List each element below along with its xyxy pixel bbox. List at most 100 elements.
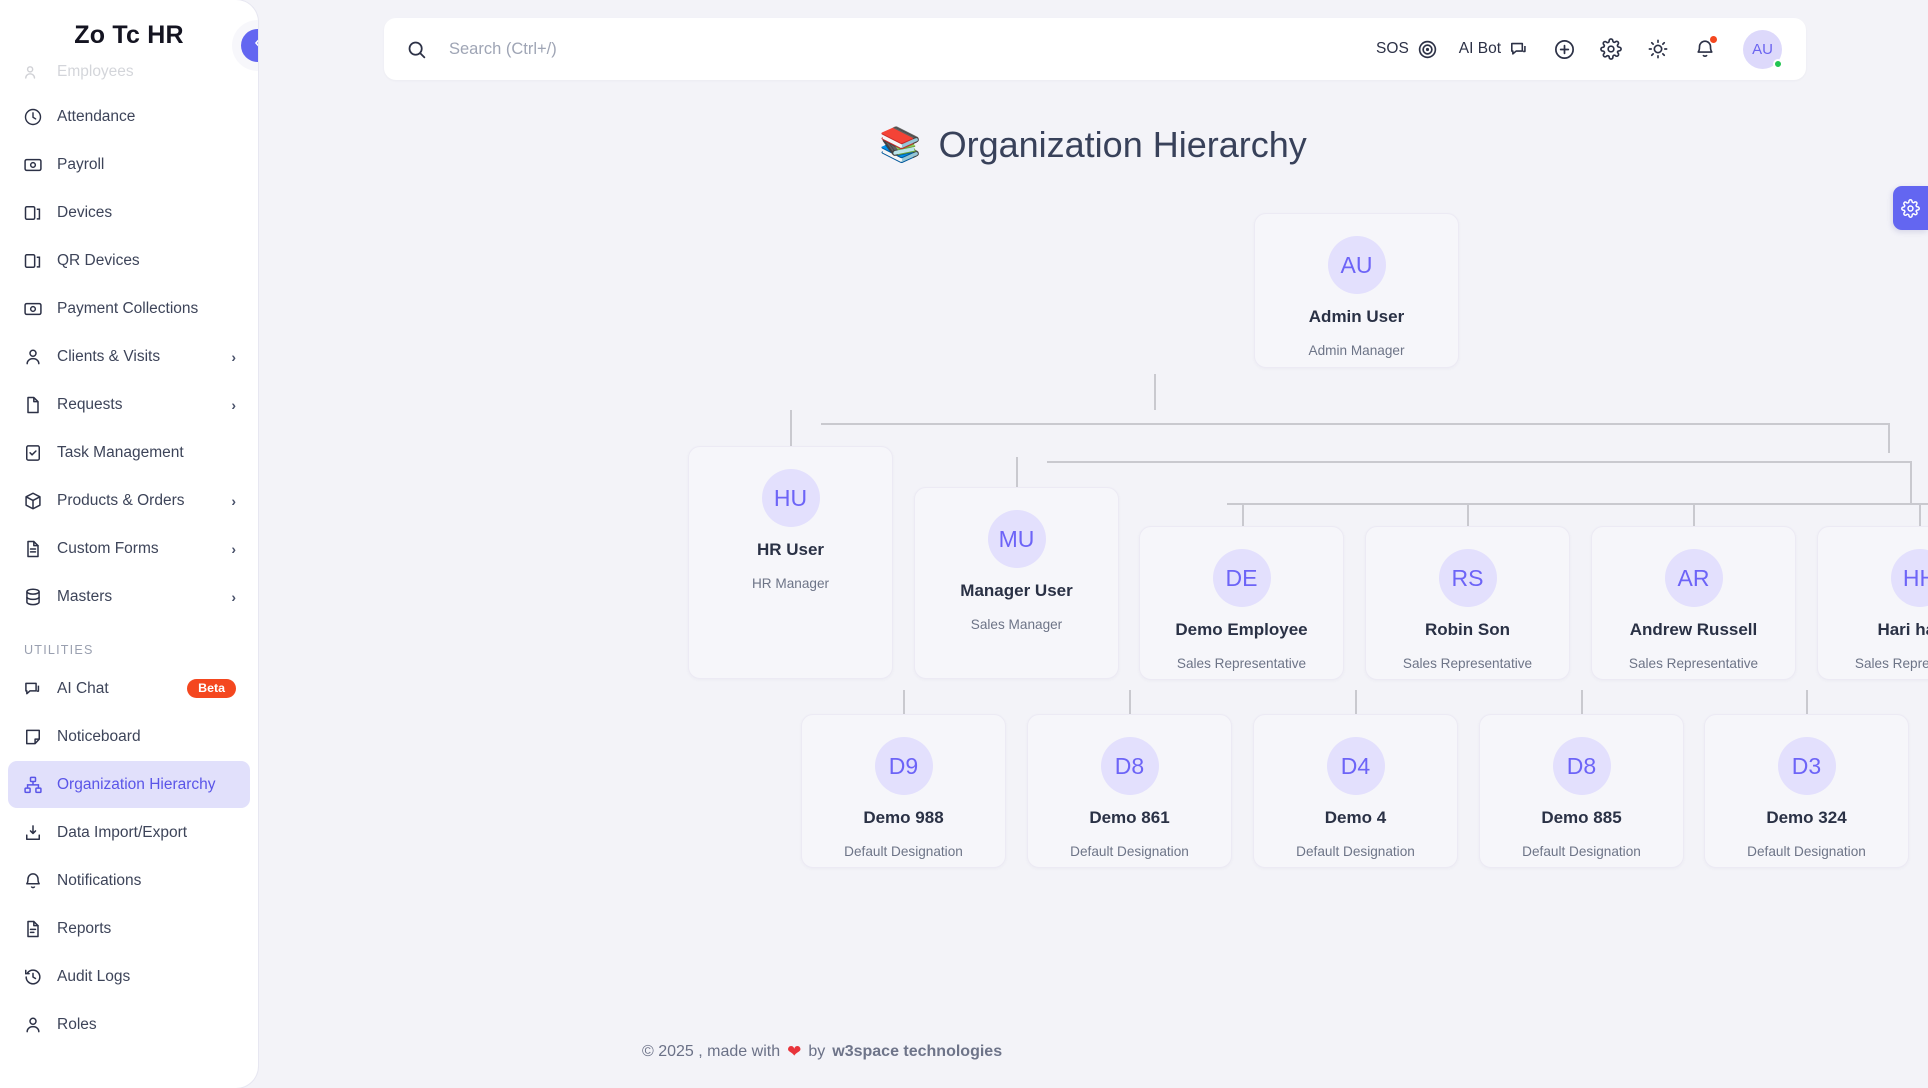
- sidebar-item-noticeboard[interactable]: Noticeboard: [8, 713, 250, 760]
- connector-line: [1047, 461, 1911, 463]
- org-node-demo-4[interactable]: D4 Demo 4 Default Designation: [1253, 714, 1458, 868]
- org-node-hari-haran[interactable]: HH Hari haran Sales Representative: [1817, 526, 1928, 680]
- sidebar-item-label: Noticeboard: [57, 727, 141, 745]
- box-icon: [22, 490, 43, 511]
- sidebar-item-label: Notifications: [57, 871, 142, 889]
- floating-settings-button[interactable]: [1893, 186, 1928, 230]
- device-icon: [22, 250, 43, 271]
- sidebar-item-label: Employees: [57, 63, 134, 80]
- org-node-andrew-russell[interactable]: AR Andrew Russell Sales Representative: [1591, 526, 1796, 680]
- sidebar-item-reports[interactable]: Reports: [8, 905, 250, 952]
- node-designation: Default Designation: [1522, 844, 1641, 859]
- sidebar-item-label: QR Devices: [57, 251, 140, 269]
- gear-icon: [1901, 198, 1920, 218]
- sidebar-item-payroll[interactable]: Payroll: [8, 141, 250, 188]
- sidebar-item-qr-devices[interactable]: QR Devices: [8, 237, 250, 284]
- chevron-right-icon: ›: [231, 348, 236, 365]
- sidebar-item-label: Audit Logs: [57, 967, 131, 985]
- org-node-demo-988[interactable]: D9 Demo 988 Default Designation: [801, 714, 1006, 868]
- org-node-demo-885[interactable]: D8 Demo 885 Default Designation: [1479, 714, 1684, 868]
- node-designation: Default Designation: [844, 844, 963, 859]
- sidebar-item-label: Data Import/Export: [57, 823, 188, 841]
- org-node-demo-employee[interactable]: DE Demo Employee Sales Representative: [1139, 526, 1344, 680]
- node-name: Demo 4: [1324, 808, 1387, 827]
- node-designation: Admin Manager: [1308, 343, 1405, 358]
- sidebar-item-label: Custom Forms: [57, 539, 159, 557]
- org-node-robin-son[interactable]: RS Robin Son Sales Representative: [1365, 526, 1570, 680]
- report-icon: [22, 918, 43, 939]
- node-name: Demo 861: [1089, 808, 1170, 827]
- avatar: RS: [1438, 549, 1497, 607]
- app-root: Zo Tc HR Employees Attendance Payroll De…: [0, 0, 1928, 1088]
- sidebar-item-payment-collections[interactable]: Payment Collections: [8, 285, 250, 332]
- sidebar-item-roles[interactable]: Roles: [8, 1001, 250, 1048]
- avatar: AU: [1327, 236, 1386, 294]
- sidebar-item-label: Clients & Visits: [57, 347, 161, 365]
- sidebar-item-label: Requests: [57, 395, 123, 413]
- footer-company[interactable]: w3space technologies: [832, 1043, 1002, 1061]
- connector-line: [1227, 503, 1928, 505]
- node-designation: Sales Representative: [1628, 656, 1759, 671]
- org-node-root[interactable]: AU Admin User Admin Manager: [1254, 213, 1459, 368]
- node-designation: Default Designation: [1070, 844, 1189, 859]
- connector-line: [1919, 503, 1921, 526]
- sidebar-item-devices[interactable]: Devices: [8, 189, 250, 236]
- sidebar-item-attendance[interactable]: Attendance: [8, 93, 250, 140]
- chevron-right-icon: ›: [231, 492, 236, 509]
- node-designation: HR Manager: [751, 576, 830, 591]
- sidebar-item-requests[interactable]: Requests ›: [8, 381, 250, 428]
- sidebar-item-clients-visits[interactable]: Clients & Visits ›: [8, 333, 250, 380]
- sidebar-item-label: Attendance: [57, 107, 136, 125]
- file-lines-icon: [22, 538, 43, 559]
- sidebar-item-employees[interactable]: Employees: [8, 52, 250, 92]
- sidebar-item-custom-forms[interactable]: Custom Forms ›: [8, 525, 250, 572]
- connector-line: [821, 423, 1888, 425]
- sidebar-item-label: Reports: [57, 919, 112, 937]
- avatar: DE: [1212, 549, 1271, 607]
- user-icon: [22, 1014, 43, 1035]
- sidebar-item-notifications[interactable]: Notifications: [8, 857, 250, 904]
- org-node-manager-user[interactable]: MU Manager User Sales Manager: [914, 487, 1119, 679]
- sidebar-item-masters[interactable]: Masters ›: [8, 573, 250, 620]
- node-name: Manager User: [960, 581, 1073, 600]
- sidebar-item-label: AI Chat: [57, 679, 109, 697]
- avatar: D4: [1326, 737, 1385, 795]
- node-designation: Sales Representative: [1402, 656, 1533, 671]
- connector-line: [1154, 374, 1156, 410]
- connector-line: [1910, 461, 1912, 503]
- sidebar-item-data-import-export[interactable]: Data Import/Export: [8, 809, 250, 856]
- import-export-icon: [22, 822, 43, 843]
- database-icon: [22, 586, 43, 607]
- sidebar-item-audit-logs[interactable]: Audit Logs: [8, 953, 250, 1000]
- sidebar-item-products-orders[interactable]: Products & Orders ›: [8, 477, 250, 524]
- sidebar-section-utilities: UTILITIES: [24, 643, 94, 657]
- sidebar-item-ai-chat[interactable]: AI Chat Beta: [8, 665, 250, 712]
- avatar: D8: [1552, 737, 1611, 795]
- node-name: HR User: [756, 540, 825, 559]
- clipboard-check-icon: [22, 442, 43, 463]
- sidebar: Zo Tc HR Employees Attendance Payroll De…: [0, 0, 258, 1088]
- footer-copyright: © 2025 , made with: [642, 1043, 781, 1060]
- sidebar-item-label: Task Management: [57, 443, 184, 461]
- sidebar-item-label: Payroll: [57, 155, 105, 173]
- node-name: Admin User: [1308, 307, 1405, 326]
- avatar: MU: [987, 510, 1046, 568]
- file-icon: [22, 394, 43, 415]
- org-node-demo-324[interactable]: D3 Demo 324 Default Designation: [1704, 714, 1909, 868]
- clock-icon: [22, 106, 43, 127]
- chevron-right-icon: ›: [231, 540, 236, 557]
- connector-line: [1242, 503, 1244, 526]
- node-name: Demo 988: [863, 808, 944, 827]
- money-icon: [22, 298, 43, 319]
- node-name: Demo 885: [1541, 808, 1622, 827]
- sidebar-item-label: Products & Orders: [57, 491, 185, 509]
- org-node-demo-861[interactable]: D8 Demo 861 Default Designation: [1027, 714, 1232, 868]
- avatar: AR: [1664, 549, 1723, 607]
- sidebar-item-label: Roles: [57, 1015, 97, 1033]
- sidebar-item-task-management[interactable]: Task Management: [8, 429, 250, 476]
- node-name: Demo Employee: [1175, 620, 1308, 639]
- connector-line: [1693, 503, 1695, 526]
- org-node-hr-user[interactable]: HU HR User HR Manager: [688, 446, 893, 679]
- sidebar-item-organization-hierarchy[interactable]: Organization Hierarchy: [8, 761, 250, 808]
- org-chart: AU Admin User Admin Manager HU HR User H…: [258, 0, 1928, 1000]
